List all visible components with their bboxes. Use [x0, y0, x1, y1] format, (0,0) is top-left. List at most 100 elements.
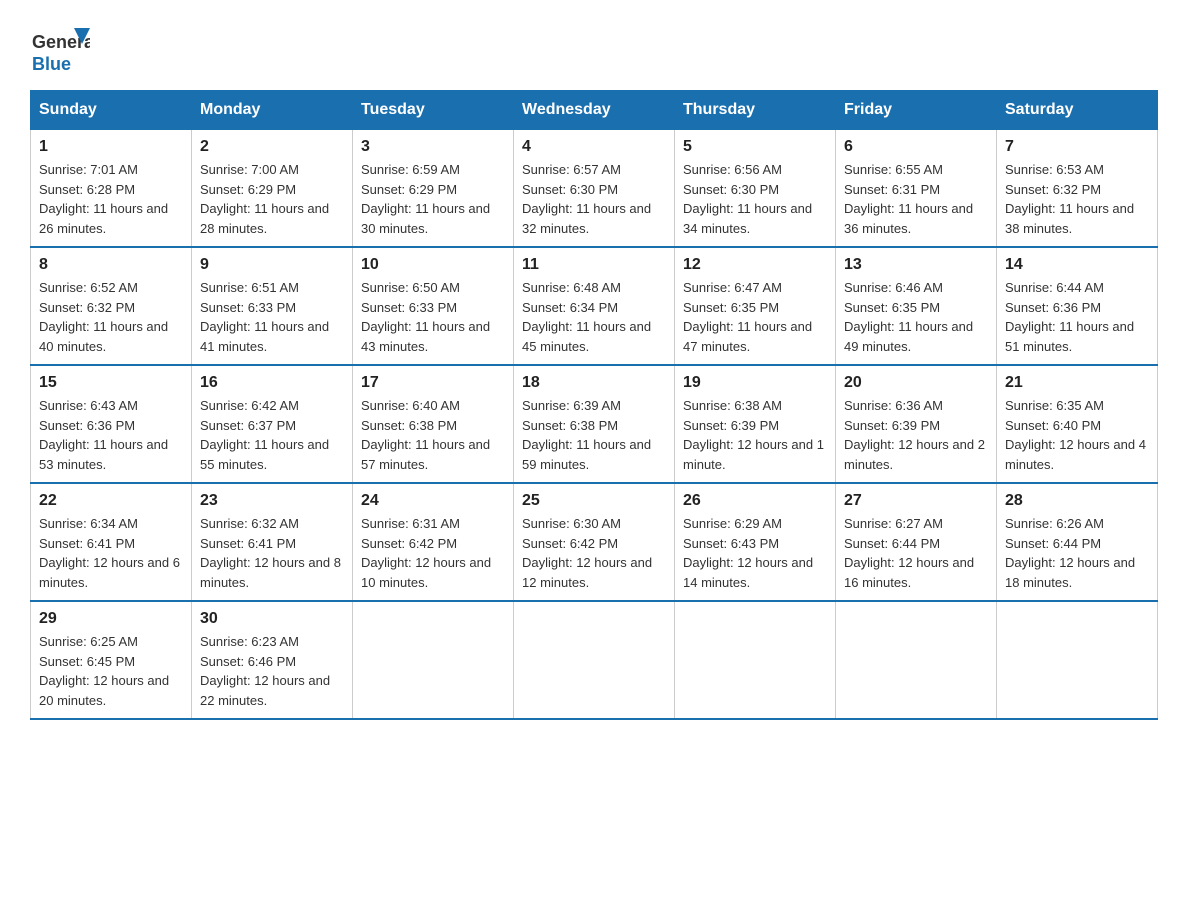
day-number: 26: [683, 492, 827, 510]
day-info: Sunrise: 7:01 AM Sunset: 6:28 PM Dayligh…: [39, 160, 183, 238]
calendar-day-cell: 20 Sunrise: 6:36 AM Sunset: 6:39 PM Dayl…: [836, 365, 997, 483]
calendar-day-cell: 26 Sunrise: 6:29 AM Sunset: 6:43 PM Dayl…: [675, 483, 836, 601]
calendar-day-cell: 1 Sunrise: 7:01 AM Sunset: 6:28 PM Dayli…: [31, 130, 192, 248]
day-number: 30: [200, 610, 344, 628]
day-info: Sunrise: 6:23 AM Sunset: 6:46 PM Dayligh…: [200, 632, 344, 710]
day-number: 6: [844, 138, 988, 156]
day-number: 24: [361, 492, 505, 510]
calendar-day-cell: 5 Sunrise: 6:56 AM Sunset: 6:30 PM Dayli…: [675, 130, 836, 248]
day-number: 5: [683, 138, 827, 156]
day-number: 29: [39, 610, 183, 628]
day-number: 28: [1005, 492, 1149, 510]
day-info: Sunrise: 6:44 AM Sunset: 6:36 PM Dayligh…: [1005, 278, 1149, 356]
calendar-day-cell: 27 Sunrise: 6:27 AM Sunset: 6:44 PM Dayl…: [836, 483, 997, 601]
calendar-day-cell: 11 Sunrise: 6:48 AM Sunset: 6:34 PM Dayl…: [514, 247, 675, 365]
day-number: 20: [844, 374, 988, 392]
day-number: 11: [522, 256, 666, 274]
day-info: Sunrise: 6:26 AM Sunset: 6:44 PM Dayligh…: [1005, 514, 1149, 592]
day-number: 16: [200, 374, 344, 392]
day-number: 10: [361, 256, 505, 274]
day-number: 27: [844, 492, 988, 510]
calendar-day-cell: 8 Sunrise: 6:52 AM Sunset: 6:32 PM Dayli…: [31, 247, 192, 365]
calendar-day-cell: 17 Sunrise: 6:40 AM Sunset: 6:38 PM Dayl…: [353, 365, 514, 483]
calendar-day-cell: 14 Sunrise: 6:44 AM Sunset: 6:36 PM Dayl…: [997, 247, 1158, 365]
day-info: Sunrise: 6:46 AM Sunset: 6:35 PM Dayligh…: [844, 278, 988, 356]
calendar-day-cell: 10 Sunrise: 6:50 AM Sunset: 6:33 PM Dayl…: [353, 247, 514, 365]
logo-icon: General Blue: [30, 20, 90, 80]
day-number: 12: [683, 256, 827, 274]
day-info: Sunrise: 6:31 AM Sunset: 6:42 PM Dayligh…: [361, 514, 505, 592]
calendar-day-cell: 13 Sunrise: 6:46 AM Sunset: 6:35 PM Dayl…: [836, 247, 997, 365]
calendar-day-cell: 24 Sunrise: 6:31 AM Sunset: 6:42 PM Dayl…: [353, 483, 514, 601]
calendar-day-cell: 30 Sunrise: 6:23 AM Sunset: 6:46 PM Dayl…: [192, 601, 353, 719]
calendar-day-cell: 21 Sunrise: 6:35 AM Sunset: 6:40 PM Dayl…: [997, 365, 1158, 483]
day-number: 17: [361, 374, 505, 392]
day-info: Sunrise: 6:40 AM Sunset: 6:38 PM Dayligh…: [361, 396, 505, 474]
calendar-day-cell: 29 Sunrise: 6:25 AM Sunset: 6:45 PM Dayl…: [31, 601, 192, 719]
calendar-day-cell: [514, 601, 675, 719]
day-info: Sunrise: 6:43 AM Sunset: 6:36 PM Dayligh…: [39, 396, 183, 474]
page-header: General Blue: [30, 20, 1158, 80]
calendar-day-cell: 18 Sunrise: 6:39 AM Sunset: 6:38 PM Dayl…: [514, 365, 675, 483]
day-header-saturday: Saturday: [997, 91, 1158, 130]
day-info: Sunrise: 6:42 AM Sunset: 6:37 PM Dayligh…: [200, 396, 344, 474]
day-number: 19: [683, 374, 827, 392]
day-number: 3: [361, 138, 505, 156]
day-number: 13: [844, 256, 988, 274]
day-header-tuesday: Tuesday: [353, 91, 514, 130]
day-info: Sunrise: 6:59 AM Sunset: 6:29 PM Dayligh…: [361, 160, 505, 238]
day-number: 21: [1005, 374, 1149, 392]
calendar-day-cell: 7 Sunrise: 6:53 AM Sunset: 6:32 PM Dayli…: [997, 130, 1158, 248]
calendar-day-cell: 2 Sunrise: 7:00 AM Sunset: 6:29 PM Dayli…: [192, 130, 353, 248]
calendar-day-cell: [836, 601, 997, 719]
day-info: Sunrise: 6:27 AM Sunset: 6:44 PM Dayligh…: [844, 514, 988, 592]
day-number: 4: [522, 138, 666, 156]
calendar-day-cell: 4 Sunrise: 6:57 AM Sunset: 6:30 PM Dayli…: [514, 130, 675, 248]
calendar-table: SundayMondayTuesdayWednesdayThursdayFrid…: [30, 90, 1158, 720]
day-number: 22: [39, 492, 183, 510]
svg-text:Blue: Blue: [32, 54, 71, 74]
calendar-week-row: 29 Sunrise: 6:25 AM Sunset: 6:45 PM Dayl…: [31, 601, 1158, 719]
day-info: Sunrise: 6:35 AM Sunset: 6:40 PM Dayligh…: [1005, 396, 1149, 474]
day-header-friday: Friday: [836, 91, 997, 130]
logo: General Blue: [30, 20, 90, 80]
calendar-day-cell: 9 Sunrise: 6:51 AM Sunset: 6:33 PM Dayli…: [192, 247, 353, 365]
calendar-day-cell: 19 Sunrise: 6:38 AM Sunset: 6:39 PM Dayl…: [675, 365, 836, 483]
day-info: Sunrise: 6:53 AM Sunset: 6:32 PM Dayligh…: [1005, 160, 1149, 238]
day-info: Sunrise: 6:25 AM Sunset: 6:45 PM Dayligh…: [39, 632, 183, 710]
calendar-day-cell: 22 Sunrise: 6:34 AM Sunset: 6:41 PM Dayl…: [31, 483, 192, 601]
calendar-day-cell: 6 Sunrise: 6:55 AM Sunset: 6:31 PM Dayli…: [836, 130, 997, 248]
day-number: 25: [522, 492, 666, 510]
calendar-week-row: 22 Sunrise: 6:34 AM Sunset: 6:41 PM Dayl…: [31, 483, 1158, 601]
calendar-day-cell: 12 Sunrise: 6:47 AM Sunset: 6:35 PM Dayl…: [675, 247, 836, 365]
day-number: 23: [200, 492, 344, 510]
calendar-day-cell: 15 Sunrise: 6:43 AM Sunset: 6:36 PM Dayl…: [31, 365, 192, 483]
day-number: 8: [39, 256, 183, 274]
day-info: Sunrise: 6:39 AM Sunset: 6:38 PM Dayligh…: [522, 396, 666, 474]
calendar-day-cell: 3 Sunrise: 6:59 AM Sunset: 6:29 PM Dayli…: [353, 130, 514, 248]
day-header-sunday: Sunday: [31, 91, 192, 130]
day-info: Sunrise: 6:57 AM Sunset: 6:30 PM Dayligh…: [522, 160, 666, 238]
day-info: Sunrise: 6:32 AM Sunset: 6:41 PM Dayligh…: [200, 514, 344, 592]
calendar-day-cell: 25 Sunrise: 6:30 AM Sunset: 6:42 PM Dayl…: [514, 483, 675, 601]
day-info: Sunrise: 7:00 AM Sunset: 6:29 PM Dayligh…: [200, 160, 344, 238]
day-number: 14: [1005, 256, 1149, 274]
day-info: Sunrise: 6:36 AM Sunset: 6:39 PM Dayligh…: [844, 396, 988, 474]
day-number: 18: [522, 374, 666, 392]
day-info: Sunrise: 6:50 AM Sunset: 6:33 PM Dayligh…: [361, 278, 505, 356]
day-info: Sunrise: 6:51 AM Sunset: 6:33 PM Dayligh…: [200, 278, 344, 356]
day-header-thursday: Thursday: [675, 91, 836, 130]
day-info: Sunrise: 6:30 AM Sunset: 6:42 PM Dayligh…: [522, 514, 666, 592]
day-info: Sunrise: 6:55 AM Sunset: 6:31 PM Dayligh…: [844, 160, 988, 238]
day-info: Sunrise: 6:38 AM Sunset: 6:39 PM Dayligh…: [683, 396, 827, 474]
day-number: 7: [1005, 138, 1149, 156]
calendar-day-cell: 23 Sunrise: 6:32 AM Sunset: 6:41 PM Dayl…: [192, 483, 353, 601]
day-info: Sunrise: 6:52 AM Sunset: 6:32 PM Dayligh…: [39, 278, 183, 356]
calendar-week-row: 8 Sunrise: 6:52 AM Sunset: 6:32 PM Dayli…: [31, 247, 1158, 365]
calendar-day-cell: [997, 601, 1158, 719]
day-info: Sunrise: 6:47 AM Sunset: 6:35 PM Dayligh…: [683, 278, 827, 356]
calendar-week-row: 15 Sunrise: 6:43 AM Sunset: 6:36 PM Dayl…: [31, 365, 1158, 483]
day-number: 1: [39, 138, 183, 156]
calendar-week-row: 1 Sunrise: 7:01 AM Sunset: 6:28 PM Dayli…: [31, 130, 1158, 248]
day-info: Sunrise: 6:29 AM Sunset: 6:43 PM Dayligh…: [683, 514, 827, 592]
